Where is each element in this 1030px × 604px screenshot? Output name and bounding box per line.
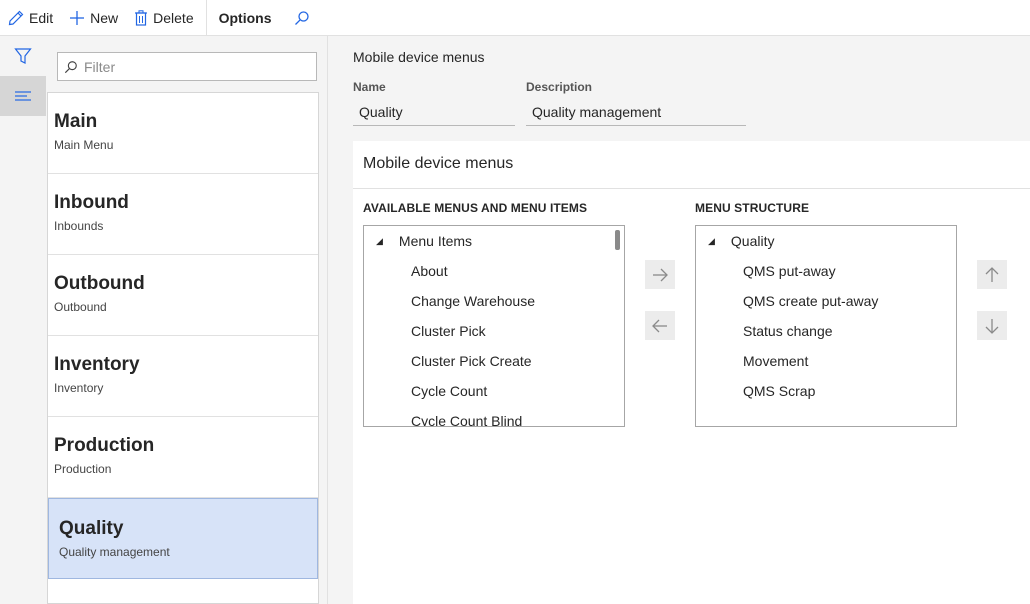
tree-node-root[interactable]: ◢ Menu Items <box>364 226 624 256</box>
arrow-right-icon <box>653 268 668 281</box>
list-item[interactable]: Inbound Inbounds <box>48 174 318 255</box>
options-tab[interactable]: Options <box>211 0 284 36</box>
new-button[interactable]: New <box>61 0 126 36</box>
filter-box[interactable] <box>57 52 317 81</box>
toolbar-divider <box>205 0 207 36</box>
list-item-title: Inbound <box>54 192 129 213</box>
arrow-left-icon <box>652 319 667 332</box>
list-item-subtitle: Production <box>54 462 112 476</box>
funnel-icon <box>14 48 32 64</box>
plus-icon <box>70 10 85 25</box>
structure-header: MENU STRUCTURE <box>695 201 810 215</box>
tree-item[interactable]: Change Warehouse <box>364 286 624 316</box>
tree-item[interactable]: Cluster Pick Create <box>364 346 624 376</box>
arrow-down-icon <box>985 318 999 334</box>
search-icon <box>64 60 77 73</box>
action-pane: Edit New Delete Options <box>0 0 1030 36</box>
new-label: New <box>90 9 119 26</box>
list-item[interactable]: Main Main Menu <box>48 93 318 174</box>
pencil-icon <box>8 10 24 25</box>
tree-node-label: Quality <box>730 233 775 249</box>
arrow-up-icon <box>985 266 999 282</box>
list-item-title: Inventory <box>54 354 140 375</box>
tree-node-label: Menu Items <box>398 233 473 249</box>
menu-card: Mobile device menus AVAILABLE MENUS AND … <box>353 141 1030 604</box>
tree-node-root[interactable]: ◢ Quality <box>696 226 956 256</box>
collapse-caret-icon[interactable]: ◢ <box>708 236 715 247</box>
collapse-caret-icon[interactable]: ◢ <box>376 236 383 247</box>
move-down-button[interactable] <box>977 311 1007 340</box>
name-label: Name <box>353 80 386 94</box>
list-item-selected[interactable]: Quality Quality management <box>48 498 318 579</box>
tree-item[interactable]: Movement <box>696 346 956 376</box>
search-button[interactable] <box>284 0 325 36</box>
list-item-subtitle: Inbounds <box>54 219 104 233</box>
tree-item[interactable]: QMS create put-away <box>696 286 956 316</box>
name-field[interactable]: Quality <box>353 97 515 126</box>
filter-input[interactable] <box>84 58 304 75</box>
tree-item[interactable]: Cluster Pick <box>364 316 624 346</box>
tree-item[interactable]: Status change <box>696 316 956 346</box>
list-item-title: Outbound <box>54 273 145 294</box>
menu-list-panel: Main Main Menu Inbound Inbounds Outbound… <box>46 36 328 604</box>
delete-button[interactable]: Delete <box>126 0 201 36</box>
edit-label: Edit <box>29 9 54 26</box>
list-icon <box>15 91 31 101</box>
move-up-button[interactable] <box>977 260 1007 289</box>
structure-tree[interactable]: ◢ Quality QMS put-away QMS create put-aw… <box>695 225 957 427</box>
nav-rail <box>0 36 46 604</box>
tree-item[interactable]: QMS put-away <box>696 256 956 286</box>
add-to-structure-button[interactable] <box>645 260 675 289</box>
edit-button[interactable]: Edit <box>0 0 61 36</box>
scrollbar-thumb[interactable] <box>615 230 620 250</box>
list-item[interactable]: Production Production <box>48 417 318 498</box>
tree-item[interactable]: QMS Scrap <box>696 376 956 406</box>
menu-list: Main Main Menu Inbound Inbounds Outbound… <box>47 92 319 604</box>
delete-label: Delete <box>153 9 194 26</box>
list-view-button[interactable] <box>0 76 46 116</box>
remove-from-structure-button[interactable] <box>645 311 675 340</box>
list-item-title: Quality <box>59 518 124 539</box>
description-label: Description <box>526 80 593 94</box>
tree-item[interactable]: About <box>364 256 624 286</box>
list-item[interactable]: Outbound Outbound <box>48 255 318 336</box>
list-item[interactable]: Inventory Inventory <box>48 336 318 417</box>
list-item-title: Production <box>54 435 155 456</box>
trash-icon <box>135 9 148 26</box>
filter-pane-button[interactable] <box>0 36 46 76</box>
details-pane: Mobile device menus Name Quality Descrip… <box>328 36 1030 604</box>
list-item-subtitle: Inventory <box>54 381 104 395</box>
card-title[interactable]: Mobile device menus <box>353 141 1030 189</box>
page-title: Mobile device menus <box>353 49 485 65</box>
available-tree[interactable]: ◢ Menu Items About Change Warehouse Clus… <box>363 225 625 427</box>
list-item-subtitle: Quality management <box>59 545 170 559</box>
tree-item[interactable]: Cycle Count <box>364 376 624 406</box>
tree-item[interactable]: Cycle Count Blind <box>364 406 624 426</box>
search-icon <box>294 10 309 25</box>
list-item-title: Main <box>54 111 98 132</box>
available-header: AVAILABLE MENUS AND MENU ITEMS <box>363 201 588 215</box>
description-field[interactable]: Quality management <box>526 97 746 126</box>
list-item-subtitle: Outbound <box>54 300 107 314</box>
list-item-subtitle: Main Menu <box>54 138 114 152</box>
